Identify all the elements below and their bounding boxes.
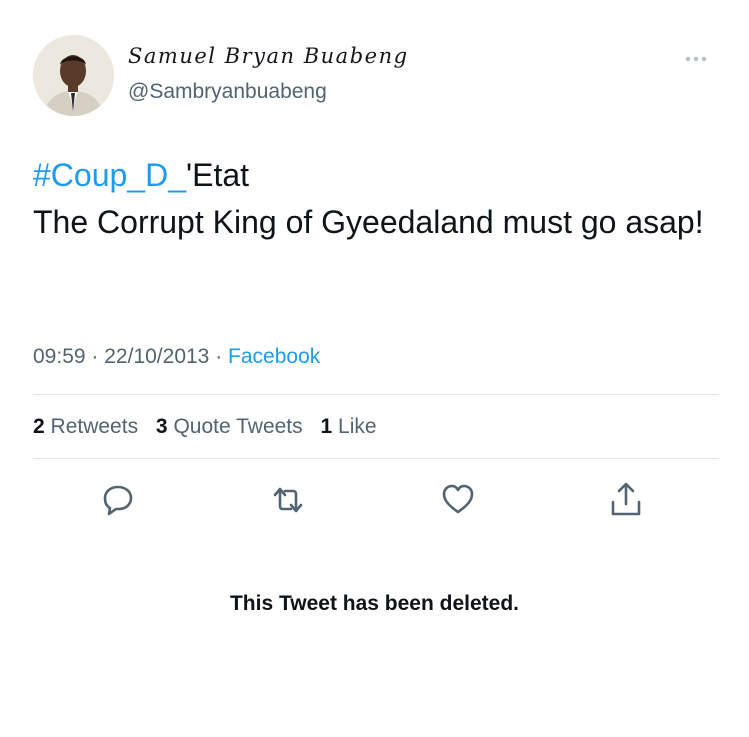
- hashtag-line: #Coup_D_'Etat: [33, 152, 723, 199]
- tweet-time[interactable]: 09:59: [33, 345, 86, 368]
- retweet-button[interactable]: [266, 478, 310, 522]
- retweets-count: 2: [33, 415, 45, 438]
- reply-icon: [103, 485, 133, 516]
- likes-count: 1: [320, 415, 333, 438]
- user-handle[interactable]: @Sambryanbuabeng: [128, 80, 327, 104]
- tweet-body: The Corrupt King of Gyeedaland must go a…: [33, 204, 704, 240]
- hashtag-link[interactable]: #Coup_D_: [33, 157, 186, 193]
- tweet-date[interactable]: 22/10/2013: [104, 345, 209, 368]
- profile-photo-icon: [33, 35, 114, 116]
- tweet-source-link[interactable]: Facebook: [228, 345, 320, 368]
- more-options-icon[interactable]: [676, 52, 716, 66]
- retweet-icon: [273, 487, 303, 513]
- deleted-notice: This Tweet has been deleted.: [229, 592, 520, 615]
- like-button[interactable]: [436, 478, 480, 522]
- hashtag-suffix: 'Etat: [186, 157, 250, 193]
- avatar[interactable]: [33, 35, 114, 116]
- divider: [33, 394, 719, 395]
- quote-tweets-stat[interactable]: 3 Quote Tweets: [156, 415, 303, 438]
- like-icon: [442, 484, 474, 514]
- display-name[interactable]: Samuel Bryan Buabeng: [128, 44, 409, 68]
- reply-button[interactable]: [96, 478, 140, 522]
- tweet-stats: 2 Retweets 3 Quote Tweets 1 Like: [33, 415, 389, 439]
- retweets-label: Retweets: [50, 415, 139, 438]
- share-button[interactable]: [604, 478, 648, 522]
- tweet-meta: 09:59 · 22/10/2013 · Facebook: [33, 345, 320, 369]
- meta-separator: ·: [215, 345, 223, 368]
- share-icon: [611, 482, 641, 516]
- retweets-stat[interactable]: 2 Retweets: [33, 415, 138, 438]
- quotes-label: Quote Tweets: [173, 415, 303, 438]
- divider: [33, 458, 719, 459]
- likes-stat[interactable]: 1 Like: [321, 415, 377, 438]
- quotes-count: 3: [155, 415, 168, 438]
- likes-label: Like: [338, 415, 377, 438]
- tweet-text: #Coup_D_'Etat The Corrupt King of Gyeeda…: [33, 152, 723, 246]
- meta-separator: ·: [91, 345, 99, 368]
